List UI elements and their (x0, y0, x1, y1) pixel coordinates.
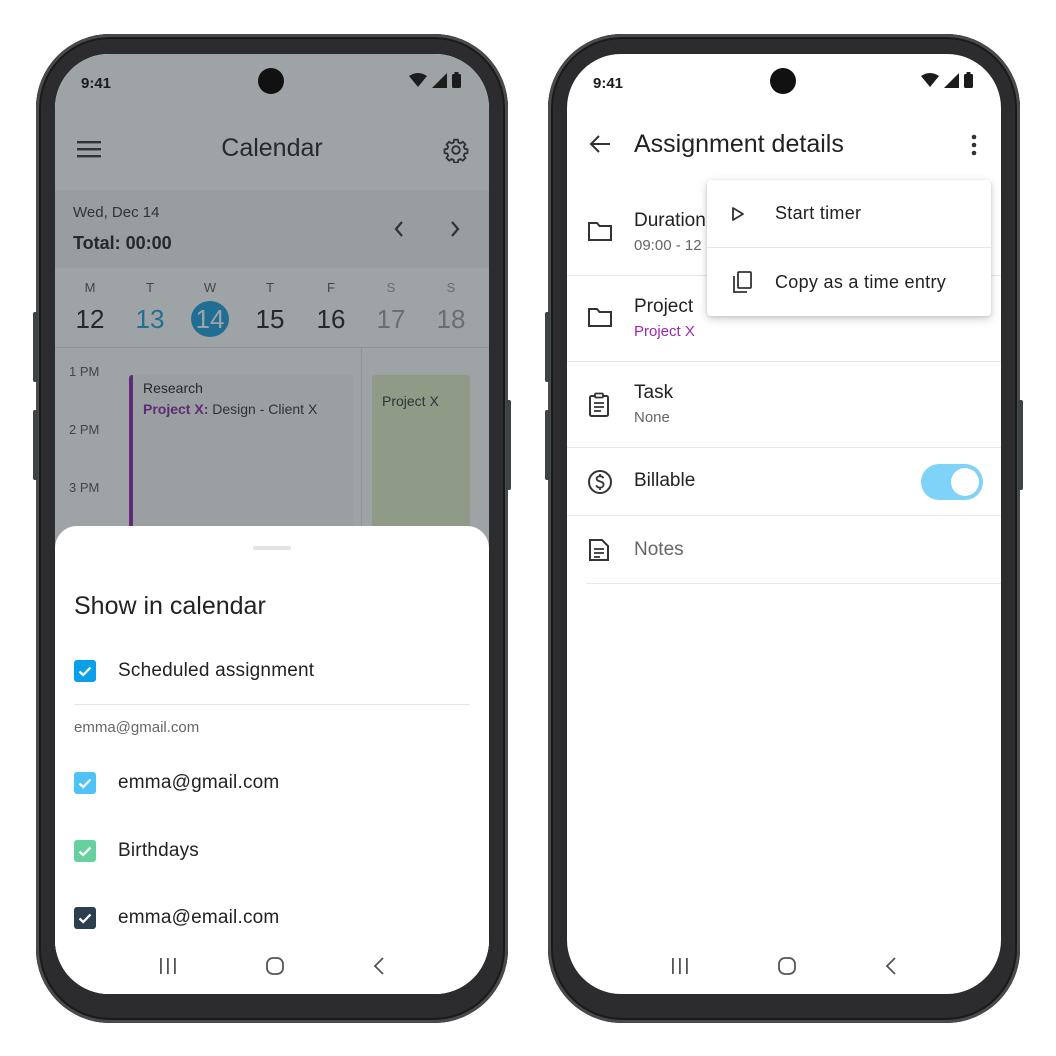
volume-up-button (33, 312, 38, 382)
more-vert-icon[interactable] (971, 134, 977, 156)
drag-handle[interactable] (253, 546, 291, 550)
status-icons (409, 72, 461, 88)
checkbox-label: Birthdays (118, 840, 200, 861)
checkbox-checked-icon (74, 660, 96, 682)
row-label: Task (634, 382, 674, 403)
screen-assignment-details: 9:41 Assignment details Duration 09:00 -… (567, 54, 1001, 994)
recents-icon[interactable] (670, 957, 690, 975)
menu-item-label: Copy as a time entry (775, 271, 947, 292)
show-in-calendar-sheet: Show in calendar Scheduled assignment em… (55, 526, 489, 994)
power-button (506, 400, 511, 490)
row-value: Project X (634, 323, 695, 340)
volume-down-button (33, 410, 38, 480)
dollar-icon (588, 470, 612, 494)
checkbox-calendar-birthdays[interactable]: Birthdays (74, 831, 199, 871)
row-task[interactable]: Task None (567, 362, 1001, 448)
checkbox-checked-icon (74, 772, 96, 794)
checkbox-calendar-email[interactable]: emma@email.com (74, 898, 279, 938)
copy-icon (733, 271, 752, 293)
phone-frame-right: 9:41 Assignment details Duration 09:00 -… (545, 34, 1023, 1023)
row-billable: Billable (567, 448, 1001, 516)
checkbox-scheduled-assignment[interactable]: Scheduled assignment (74, 651, 314, 691)
app-bar: Assignment details (567, 110, 1001, 180)
battery-icon (964, 72, 973, 88)
checkbox-checked-icon (74, 840, 96, 862)
row-label: Project (634, 296, 694, 317)
row-label: Duration (634, 210, 706, 231)
folder-icon (588, 222, 612, 241)
recents-icon[interactable] (158, 957, 178, 975)
play-icon (732, 206, 744, 221)
notes-placeholder[interactable]: Notes (634, 539, 684, 561)
notes-icon (589, 539, 609, 561)
clipboard-icon (589, 392, 609, 417)
arrow-back-icon[interactable] (589, 134, 611, 154)
overflow-menu: Start timer Copy as a time entry (707, 180, 991, 316)
status-time: 9:41 (81, 75, 112, 92)
folder-icon (588, 308, 612, 327)
menu-item-start-timer[interactable]: Start timer (707, 180, 991, 248)
volume-down-button (545, 410, 550, 480)
power-button (1018, 400, 1023, 490)
checkbox-checked-icon (74, 907, 96, 929)
page-title: Assignment details (634, 130, 844, 158)
screen-calendar: 9:41 Calendar Wed, Dec 14 Total: 00:00 M… (55, 54, 489, 994)
wifi-icon (921, 73, 939, 87)
divider (74, 704, 470, 705)
row-notes[interactable]: Notes (586, 516, 1001, 584)
wifi-icon (409, 73, 427, 87)
menu-item-copy-time-entry[interactable]: Copy as a time entry (707, 248, 991, 316)
status-time: 9:41 (593, 75, 624, 92)
billable-toggle[interactable] (921, 464, 983, 500)
account-header: emma@gmail.com (74, 719, 200, 736)
battery-icon (452, 72, 461, 88)
back-nav-icon[interactable] (372, 956, 386, 976)
front-camera (258, 68, 284, 94)
menu-item-label: Start timer (775, 203, 862, 223)
toggle-knob (951, 468, 979, 496)
front-camera (770, 68, 796, 94)
system-nav-bar (567, 938, 1001, 994)
home-icon[interactable] (265, 956, 285, 976)
system-nav-bar (55, 938, 489, 994)
checkbox-label: Scheduled assignment (118, 660, 315, 681)
row-value: 09:00 - 12 (634, 237, 702, 254)
checkbox-label: emma@email.com (118, 907, 280, 928)
home-icon[interactable] (777, 956, 797, 976)
checkbox-label: emma@gmail.com (118, 772, 280, 793)
volume-up-button (545, 312, 550, 382)
back-nav-icon[interactable] (884, 956, 898, 976)
status-icons (921, 72, 973, 88)
checkbox-calendar-gmail[interactable]: emma@gmail.com (74, 763, 279, 803)
signal-icon (944, 72, 959, 88)
row-label: Billable (634, 470, 696, 491)
row-value: None (634, 409, 670, 426)
phone-frame-left: 9:41 Calendar Wed, Dec 14 Total: 00:00 M… (33, 34, 511, 1023)
sheet-title: Show in calendar (74, 592, 266, 620)
signal-icon (432, 72, 447, 88)
